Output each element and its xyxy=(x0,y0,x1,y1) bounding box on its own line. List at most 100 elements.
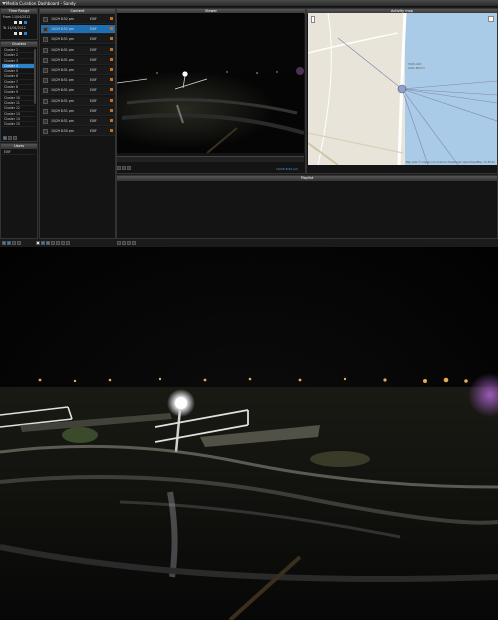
clusters-refresh-button[interactable] xyxy=(13,136,17,140)
content-flag-icon[interactable] xyxy=(110,98,113,102)
content-item[interactable]: 10/29 8:51 pm EXIF xyxy=(41,35,115,45)
playlist-panel: Playlist xyxy=(116,175,498,239)
enlarged-photo xyxy=(0,247,498,620)
users-settings-button[interactable] xyxy=(17,241,21,245)
viewer-prev-button[interactable] xyxy=(117,166,121,170)
content-source: EXIF xyxy=(90,47,97,52)
content-thumbnail xyxy=(43,37,48,43)
cluster-list: Cluster 1 Cluster 2 Cluster 3 Cluster 4 Clus… xyxy=(2,48,35,128)
content-thumbnail xyxy=(43,47,48,53)
from-date-input[interactable]: 11/04/2012 xyxy=(12,15,30,19)
content-select-button[interactable] xyxy=(41,241,45,245)
clusters-scrollbar[interactable] xyxy=(34,49,36,104)
users-filter-button[interactable] xyxy=(7,241,11,245)
content-panel: Content 10/29 8:52 pm EXIF 10/29 8:52 pm EX… xyxy=(39,8,116,239)
content-item[interactable]: 10/29 8:51 pm EXIF xyxy=(41,106,115,116)
to-minute-stepper[interactable] xyxy=(19,31,23,35)
users-remove-button[interactable] xyxy=(12,241,16,245)
content-time: 10/29 8:51 pm xyxy=(51,108,74,113)
window-title: Media Curation Dashboard - Sandy xyxy=(6,1,76,6)
content-source: EXIF xyxy=(90,68,97,72)
to-ampm-toggle[interactable] xyxy=(24,31,28,35)
activity-map[interactable]: HIGHLAND LONG BEACH Map data © Imagery p… xyxy=(308,13,497,165)
content-sort-button[interactable] xyxy=(61,241,65,245)
from-hour-stepper[interactable] xyxy=(14,20,17,24)
content-list-view-button[interactable] xyxy=(51,241,55,245)
content-item[interactable]: 10/29 8:51 pm EXIF xyxy=(41,66,115,75)
content-time: 10/29 8:52 pm xyxy=(51,27,74,32)
to-time-row xyxy=(3,31,37,36)
content-time: 10/29 8:51 pm xyxy=(51,57,74,62)
users-toolbar xyxy=(2,241,40,245)
map-zoom-control[interactable] xyxy=(311,16,315,23)
content-source: EXIF xyxy=(90,17,97,21)
content-item[interactable]: 10/29 8:51 pm EXIF xyxy=(41,117,115,126)
content-flag-icon[interactable] xyxy=(110,47,113,51)
content-flag-icon[interactable] xyxy=(110,78,113,82)
content-flag-icon[interactable] xyxy=(110,57,113,61)
map-place-label: HIGHLAND xyxy=(408,63,422,66)
content-filter-button[interactable] xyxy=(46,241,50,245)
content-thumbnail xyxy=(43,27,48,33)
content-item[interactable]: 10/29 8:51 pm EXIF xyxy=(41,76,115,86)
clusters-remove-button[interactable] xyxy=(8,136,12,140)
content-time: 10/29 8:51 pm xyxy=(51,47,74,52)
content-item[interactable]: 10/29 8:51 pm EXIF xyxy=(41,96,115,106)
content-grid-view-button[interactable] xyxy=(56,241,60,245)
content-flag-icon[interactable] xyxy=(110,17,113,20)
from-ampm-toggle[interactable] xyxy=(24,20,28,24)
clusters-add-button[interactable] xyxy=(3,136,7,140)
content-item[interactable]: 10/29 8:52 pm EXIF xyxy=(41,15,115,24)
users-header: Users xyxy=(1,144,37,149)
map-attribution: Map data © Imagery provided by MapQuest,… xyxy=(405,161,495,164)
content-flag-icon[interactable] xyxy=(110,37,113,41)
to-date-input[interactable]: 11/04/2012 xyxy=(7,26,25,30)
content-flag-icon[interactable] xyxy=(110,68,113,71)
playlist-clear-button[interactable] xyxy=(132,241,136,245)
playlist-toolbar xyxy=(117,241,136,245)
dashboard-window: Media Curation Dashboard - Sandy Time Ra… xyxy=(0,0,498,247)
content-flag-icon[interactable] xyxy=(110,27,113,31)
content-item[interactable]: 10/29 8:52 pm EXIF xyxy=(41,25,115,35)
map-layers-icon[interactable] xyxy=(488,16,494,22)
playlist-add-button[interactable] xyxy=(122,241,126,245)
content-flag-icon[interactable] xyxy=(110,88,113,92)
clusters-header: Clusters xyxy=(1,42,37,47)
content-flag-icon[interactable] xyxy=(110,119,113,122)
enlarged-photo-graphic xyxy=(0,247,498,620)
viewer-zoom-button[interactable] xyxy=(127,166,131,170)
content-flag-icon[interactable] xyxy=(110,129,113,133)
users-export-button[interactable] xyxy=(36,241,40,245)
content-time: 10/29 8:52 pm xyxy=(51,17,74,21)
content-source: EXIF xyxy=(90,98,97,103)
content-item[interactable]: 10/29 8:50 pm EXIF xyxy=(41,127,115,137)
cluster-item[interactable]: Cluster 15 xyxy=(2,122,35,128)
content-thumbnail xyxy=(43,108,48,114)
playlist-play-button[interactable] xyxy=(117,241,121,245)
content-item[interactable]: 10/29 8:51 pm EXIF xyxy=(41,86,115,96)
content-source: EXIF xyxy=(90,108,97,113)
map-overlay-graphic xyxy=(308,13,497,165)
to-hour-stepper[interactable] xyxy=(14,31,17,35)
from-minute-stepper[interactable] xyxy=(19,20,23,24)
content-time: 10/29 8:51 pm xyxy=(51,37,74,42)
content-delete-button[interactable] xyxy=(66,241,70,245)
content-thumbnail xyxy=(43,88,48,94)
content-source: EXIF xyxy=(90,37,97,42)
users-add-button[interactable] xyxy=(2,241,6,245)
playlist-remove-button[interactable] xyxy=(127,241,131,245)
content-item[interactable]: 10/29 8:51 pm EXIF xyxy=(41,55,115,65)
viewer-photo-graphic xyxy=(117,13,304,153)
content-item[interactable]: 10/29 8:51 pm EXIF xyxy=(41,45,115,55)
viewer-next-button[interactable] xyxy=(122,166,126,170)
time-range-header: Time Range xyxy=(1,9,37,14)
content-source: EXIF xyxy=(90,27,97,32)
viewer-timeline[interactable] xyxy=(117,156,304,162)
content-source: EXIF xyxy=(90,129,97,134)
user-item[interactable]: EXIF xyxy=(2,150,36,156)
time-range-panel: Time Range From 11/04/2012 To 11/04/2012 xyxy=(0,8,38,40)
playlist-header: Playlist xyxy=(117,176,497,181)
viewer-image[interactable] xyxy=(117,13,304,153)
content-flag-icon[interactable] xyxy=(110,108,113,112)
viewer-caption: 10/29 8:52 pm xyxy=(276,167,299,171)
